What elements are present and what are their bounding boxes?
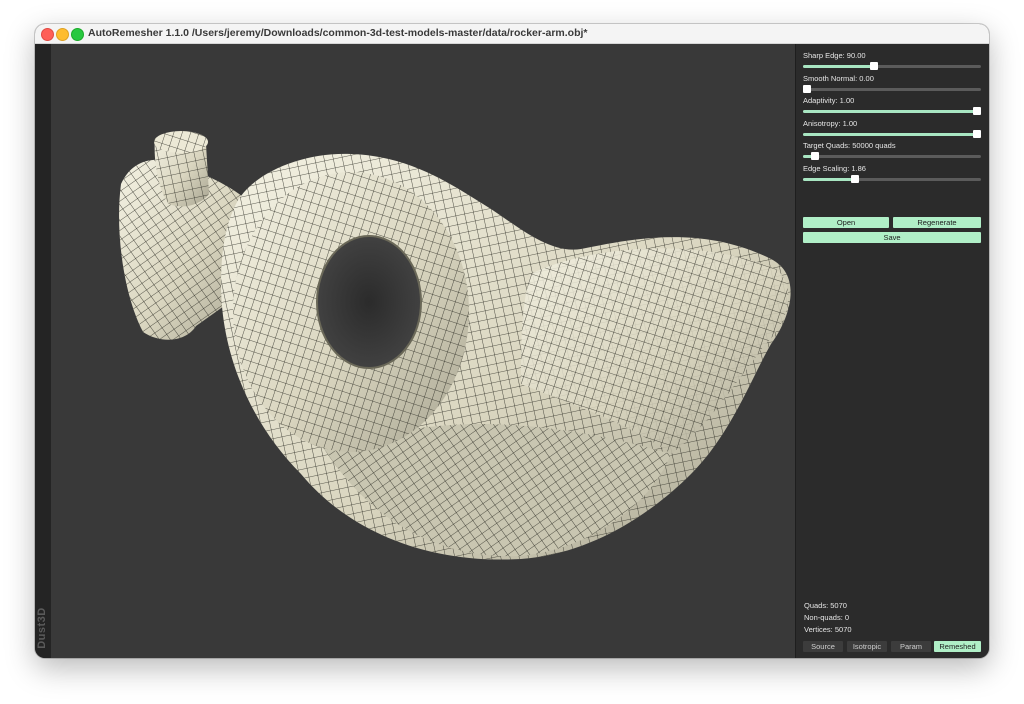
- adaptivity-slider-fill: [803, 110, 981, 113]
- tab-source[interactable]: Source: [803, 641, 843, 652]
- tab-param[interactable]: Param: [891, 641, 931, 652]
- app-window: AutoRemesher 1.1.0 /Users/jeremy/Downloa…: [35, 24, 989, 658]
- tab-isotropic[interactable]: Isotropic: [847, 641, 887, 652]
- quads-count: Quads: 5070: [804, 601, 847, 610]
- target-quads-slider-thumb[interactable]: [811, 152, 820, 160]
- settings-panel: Sharp Edge: 90.00 Smooth Normal: 0.00 Adap…: [795, 44, 989, 658]
- edge-scaling-slider-fill: [803, 177, 855, 181]
- rocker-arm-ring: [233, 172, 469, 452]
- adaptivity-slider-thumb[interactable]: [973, 107, 982, 115]
- vertices-count: Vertices: 5070: [804, 625, 852, 634]
- maximize-window-button[interactable]: [71, 28, 84, 41]
- open-button[interactable]: Open: [803, 217, 889, 228]
- smooth-normal-slider[interactable]: [802, 84, 981, 93]
- edge-scaling-slider-thumb[interactable]: [850, 174, 859, 183]
- minimize-window-button[interactable]: [56, 28, 69, 41]
- window-title: AutoRemesher 1.1.0 /Users/jeremy/Downloa…: [88, 27, 588, 39]
- regenerate-button[interactable]: Regenerate: [893, 217, 981, 228]
- sharp-edge-slider[interactable]: [803, 62, 981, 70]
- anisotropy-label: Anisotropy: 1.00: [803, 118, 858, 128]
- tab-remeshed[interactable]: Remeshed: [934, 641, 981, 652]
- smooth-normal-label: Smooth Normal: 0.00: [803, 73, 874, 83]
- target-quads-slider[interactable]: [803, 152, 981, 160]
- adaptivity-label: Adaptivity: 1.00: [803, 96, 855, 105]
- smooth-normal-slider-thumb[interactable]: [802, 84, 811, 93]
- brand-logo: Dust3D: [35, 607, 48, 649]
- title-bar[interactable]: AutoRemesher 1.1.0 /Users/jeremy/Downloa…: [35, 24, 989, 44]
- adaptivity-slider[interactable]: [803, 107, 982, 115]
- close-window-button[interactable]: [41, 28, 54, 41]
- sharp-edge-slider-fill: [803, 65, 875, 68]
- anisotropy-slider[interactable]: [803, 129, 982, 138]
- anisotropy-slider-fill: [803, 132, 981, 136]
- sharp-edge-slider-thumb[interactable]: [870, 62, 879, 70]
- 3d-viewport[interactable]: [51, 44, 795, 658]
- edge-scaling-label: Edge Scaling: 1.86: [803, 163, 866, 173]
- sharp-edge-label: Sharp Edge: 90.00: [803, 51, 866, 60]
- target-quads-label: Target Quads: 50000 quads: [803, 141, 896, 150]
- save-button[interactable]: Save: [803, 232, 981, 243]
- edge-scaling-slider[interactable]: [803, 174, 981, 183]
- brand-strip: Dust3D: [35, 44, 51, 658]
- anisotropy-slider-thumb[interactable]: [973, 129, 982, 138]
- remeshed-model-render: [119, 131, 791, 560]
- nonquads-count: Non-quads: 0: [804, 613, 850, 622]
